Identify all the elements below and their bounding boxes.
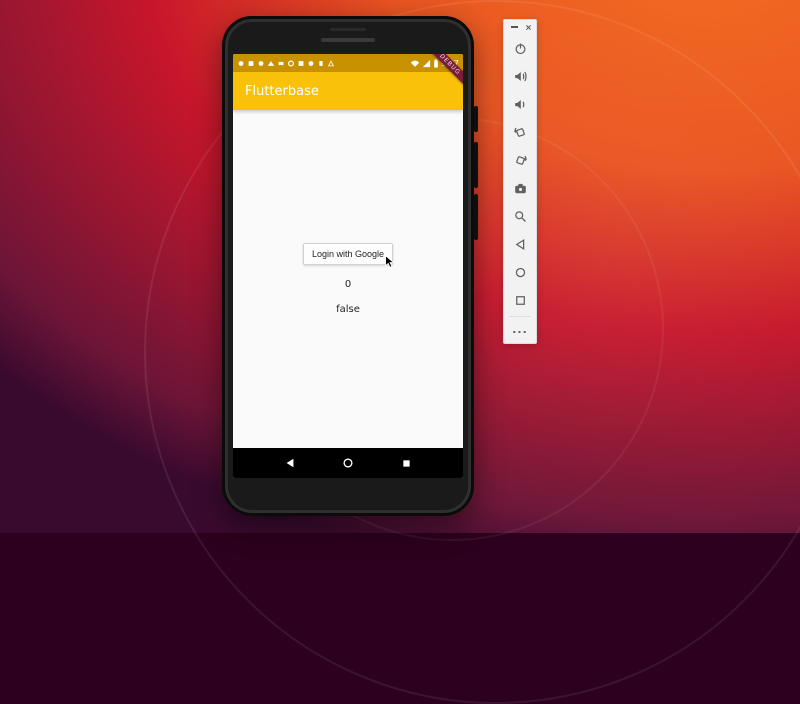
app-body: Login with Google 0 false [233,110,463,448]
more-label: ... [512,323,528,336]
nav-back-button[interactable] [284,454,296,473]
triangle-back-icon [513,237,528,252]
status-notification-icons [237,59,335,68]
emulator-more-button[interactable]: ... [506,318,534,340]
emulator-minimize-button[interactable] [510,23,518,31]
android-soft-nav [233,448,463,478]
mouse-cursor-icon [384,255,396,269]
nav-home-button[interactable] [342,454,354,473]
circle-home-icon [513,265,528,280]
wifi-icon [410,59,420,68]
app-bar: Flutterbase [233,72,463,110]
emulator-toolbar: ... [503,19,537,344]
emulator-home-button[interactable] [506,258,534,286]
counter-text: 0 [345,279,351,290]
power-icon [513,41,528,56]
rotate-right-icon [513,153,528,168]
circle-home-icon [342,457,354,469]
rotate-left-icon [513,125,528,140]
emulator-power-button[interactable] [506,34,534,62]
emulator-rotate-left-button[interactable] [506,118,534,146]
signal-icon [422,59,431,68]
phone-side-button [474,142,478,188]
device-screen[interactable]: 9:27 Flutterbase debug Login with Google… [233,54,463,478]
emulator-zoom-button[interactable] [506,202,534,230]
nav-recent-button[interactable] [401,454,412,473]
login-button-label: Login with Google [312,249,384,259]
phone-earpiece [321,38,375,42]
emulator-volume-down-button[interactable] [506,90,534,118]
emulator-back-button[interactable] [506,230,534,258]
emulator-close-button[interactable] [524,23,532,31]
android-status-bar: 9:27 [233,54,463,72]
camera-icon [513,181,528,196]
emulator-rotate-right-button[interactable] [506,146,534,174]
emulator-screenshot-button[interactable] [506,174,534,202]
login-with-google-button[interactable]: Login with Google [303,243,393,265]
volume-down-icon [513,97,528,112]
zoom-icon [513,209,528,224]
bug-icon [257,59,265,68]
toolbar-separator [509,316,531,317]
login-status-text: false [336,304,360,315]
close-icon [525,24,532,31]
phone-sensor [330,28,366,31]
emulator-device-frame: 9:27 Flutterbase debug Login with Google… [222,16,474,516]
emulator-volume-up-button[interactable] [506,62,534,90]
phone-side-button [474,194,478,240]
emulator-toolbar-titlebar [504,20,536,34]
square-overview-icon [513,293,528,308]
volume-up-icon [513,69,528,84]
app-title: Flutterbase [245,84,319,99]
triangle-back-icon [284,457,296,469]
square-recent-icon [401,458,412,469]
phone-side-button [474,106,478,132]
emulator-overview-button[interactable] [506,286,534,314]
